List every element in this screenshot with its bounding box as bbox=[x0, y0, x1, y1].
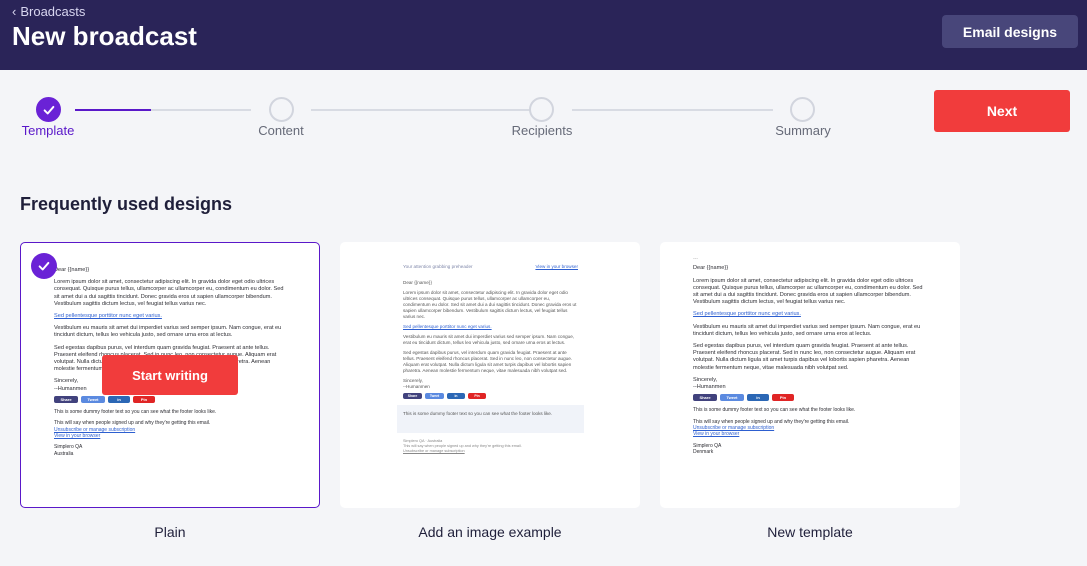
preview-preheader-row: Your attention grabbing preheader View i… bbox=[403, 264, 578, 270]
step-label-template[interactable]: Template bbox=[22, 123, 75, 138]
preview-paragraph: Sed egestas dapibus purus, vel interdum … bbox=[693, 343, 916, 371]
email-designs-button[interactable]: Email designs bbox=[942, 15, 1078, 48]
card-name-new-template: New template bbox=[767, 524, 853, 540]
step-track bbox=[572, 109, 773, 111]
share-linkedin: in bbox=[747, 394, 769, 402]
card-name-image-example: Add an image example bbox=[418, 524, 562, 540]
share-twitter: Tweet bbox=[425, 393, 444, 399]
share-pinterest: Pin bbox=[772, 394, 794, 402]
share-facebook: Share bbox=[403, 393, 422, 399]
step-label-recipients[interactable]: Recipients bbox=[512, 123, 573, 138]
preview-greeting: Dear {{name}} bbox=[693, 265, 729, 272]
share-twitter: Tweet bbox=[81, 395, 105, 403]
page-title: New broadcast bbox=[12, 21, 197, 51]
template-card-plain[interactable]: Dear {{name}} Lorem ipsum dolor sit amet… bbox=[20, 242, 320, 508]
preview-signoff: Sincerely, bbox=[693, 376, 718, 383]
preview-paragraph: Lorem ipsum dolor sit amet, consectetur … bbox=[403, 290, 577, 319]
preview-greeting: Dear {{name}} bbox=[54, 267, 90, 273]
share-buttons: Share Tweet in Pin bbox=[693, 394, 928, 402]
step-label-summary[interactable]: Summary bbox=[775, 123, 831, 138]
preview-view-browser: View in your browser bbox=[54, 433, 101, 440]
chevron-left-icon: ‹ bbox=[12, 4, 17, 19]
preview-signature: --Humanmen bbox=[693, 384, 726, 391]
share-twitter: Tweet bbox=[720, 394, 744, 402]
preview-paragraph: Vestibulum eu mauris sit amet dui imperd… bbox=[693, 323, 921, 337]
share-buttons: Share Tweet in Pin bbox=[403, 393, 578, 399]
preview-unsubscribe: Unsubscribe or manage subscription bbox=[403, 448, 465, 453]
share-pinterest: Pin bbox=[468, 393, 486, 399]
template-card-image-example[interactable]: Your attention grabbing preheader View i… bbox=[340, 242, 640, 508]
breadcrumb[interactable]: ‹ Broadcasts bbox=[12, 4, 85, 19]
start-writing-button[interactable]: Start writing bbox=[102, 355, 238, 395]
step-track bbox=[311, 109, 531, 111]
preview-footer-text: This is some dummy footer text so you ca… bbox=[54, 408, 217, 415]
step-template-check-icon[interactable] bbox=[36, 97, 61, 122]
preview-paragraph: Sed egestas dapibus purus, vel interdum … bbox=[403, 350, 573, 373]
preview-paragraph: Lorem ipsum dolor sit amet, consectetur … bbox=[54, 279, 284, 307]
wizard-stepper: Template Content Recipients Summary bbox=[0, 92, 900, 142]
preview-link: Sed pellentesque porttitor nunc eget var… bbox=[54, 313, 162, 320]
breadcrumb-link[interactable]: Broadcasts bbox=[20, 4, 85, 19]
share-facebook: Share bbox=[693, 394, 717, 402]
preview-link: Sed pellentesque porttitor nunc eget var… bbox=[403, 324, 492, 329]
share-pinterest: Pin bbox=[133, 395, 155, 403]
preview-footer-text: This is some dummy footer text so you ca… bbox=[403, 411, 553, 416]
section-title: Frequently used designs bbox=[20, 194, 233, 214]
step-track-progress bbox=[75, 109, 151, 111]
preview-link: Sed pellentesque porttitor nunc eget var… bbox=[693, 311, 801, 318]
step-track bbox=[151, 109, 251, 111]
preview-paragraph: Vestibulum eu mauris sit amet dui imperd… bbox=[54, 325, 282, 339]
preview-country: Denmark bbox=[693, 449, 714, 456]
next-button[interactable]: Next bbox=[934, 90, 1070, 132]
selected-check-icon bbox=[31, 253, 57, 279]
preview-paragraph: Vestibulum eu mauris sit amet dui imperd… bbox=[403, 334, 575, 345]
preview-greeting: Dear {{name}} bbox=[403, 280, 432, 285]
step-content-circle-icon[interactable] bbox=[269, 97, 294, 122]
preview-view-browser: View in your browser bbox=[693, 431, 740, 438]
share-linkedin: in bbox=[108, 395, 130, 403]
share-buttons: Share Tweet in Pin bbox=[54, 395, 289, 403]
email-preview: --- Dear {{name}} Lorem ipsum dolor sit … bbox=[693, 256, 928, 456]
preview-footer-text: This is some dummy footer text so you ca… bbox=[693, 407, 856, 414]
share-linkedin: in bbox=[447, 393, 465, 399]
preview-footer-box: This is some dummy footer text so you ca… bbox=[397, 405, 584, 433]
header-bar: ‹ Broadcasts New broadcast Email designs bbox=[0, 0, 1087, 70]
preview-preheader: Your attention grabbing preheader bbox=[403, 264, 473, 269]
preview-signature: --Humanmen bbox=[403, 384, 430, 389]
preview-paragraph: Lorem ipsum dolor sit amet, consectetur … bbox=[693, 277, 923, 306]
step-recipients-circle-icon[interactable] bbox=[529, 97, 554, 122]
step-label-content[interactable]: Content bbox=[258, 123, 304, 138]
preview-country: Australia bbox=[54, 450, 74, 457]
share-facebook: Share bbox=[54, 395, 78, 403]
preview-divider: --- bbox=[693, 256, 698, 262]
step-summary-circle-icon[interactable] bbox=[790, 97, 815, 122]
preview-view-browser: View in your browser bbox=[535, 264, 578, 269]
template-card-new-template[interactable]: --- Dear {{name}} Lorem ipsum dolor sit … bbox=[660, 242, 960, 508]
email-preview: Your attention grabbing preheader View i… bbox=[397, 264, 584, 453]
card-name-plain: Plain bbox=[154, 524, 186, 540]
